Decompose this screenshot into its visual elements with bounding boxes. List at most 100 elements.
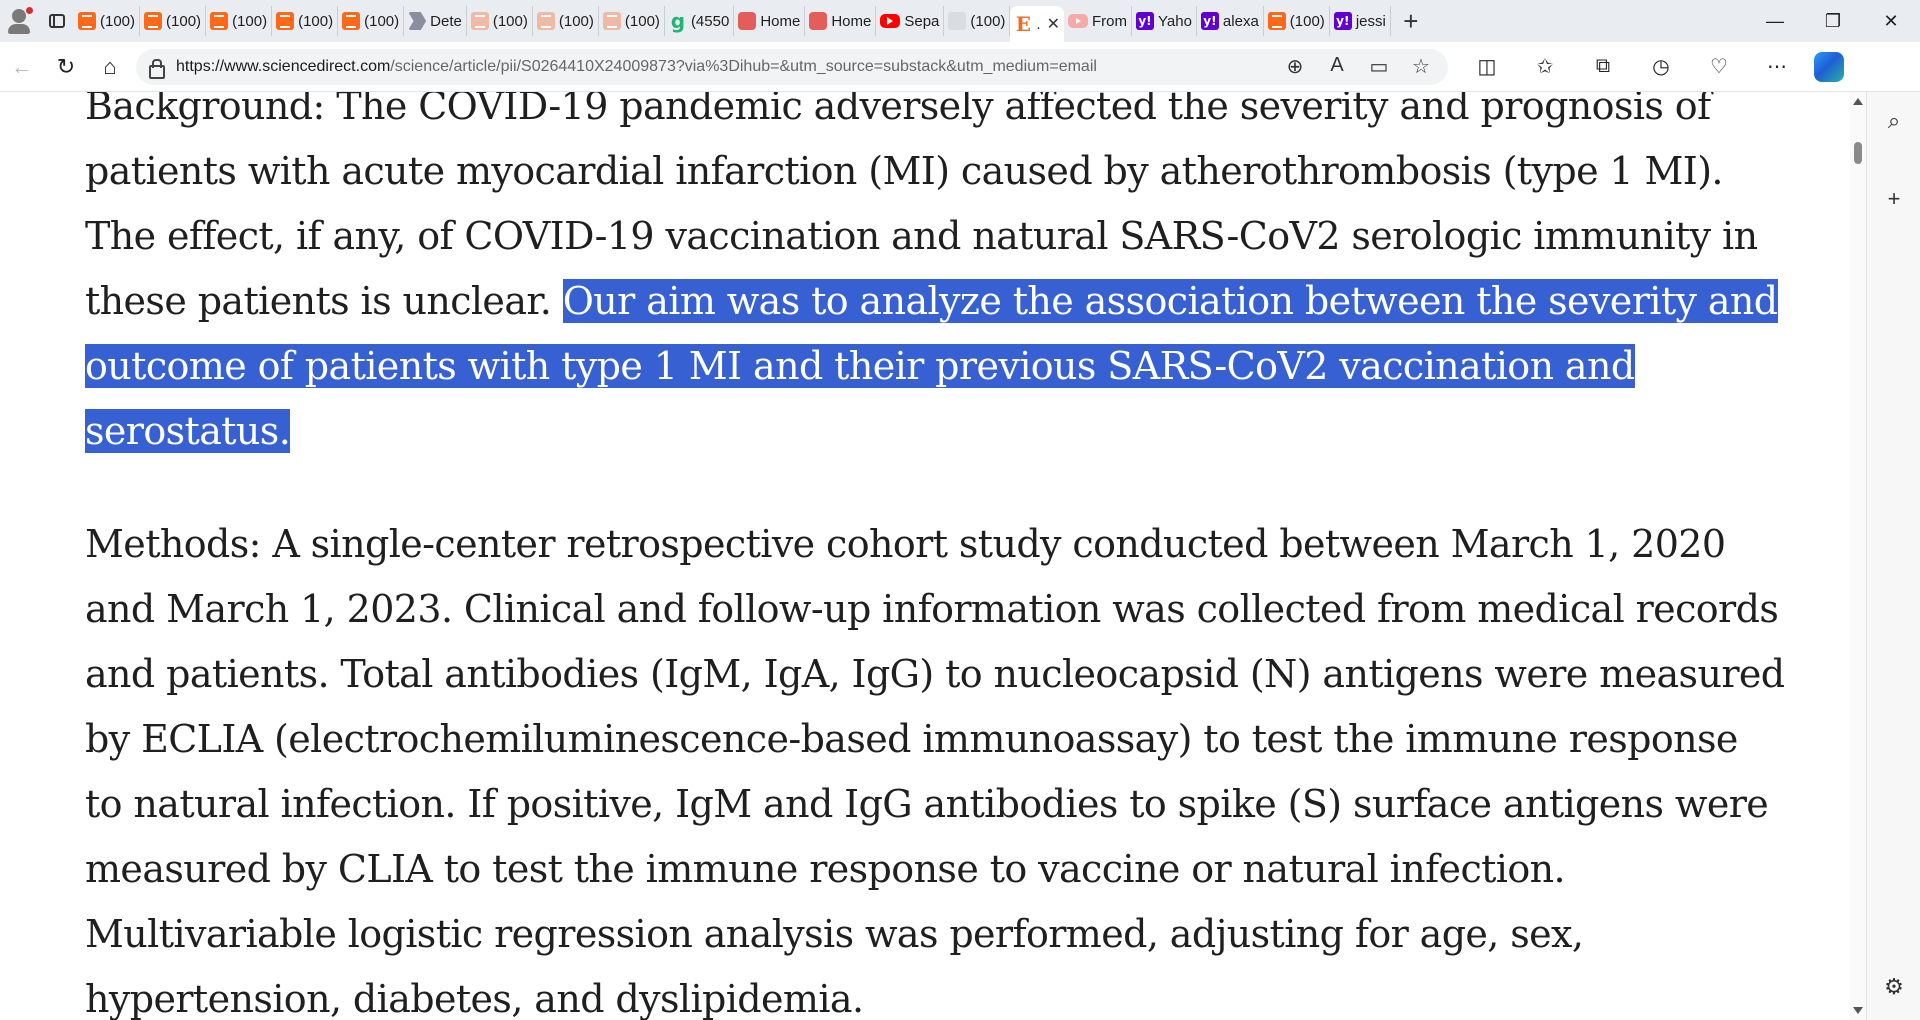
tab-title: jessi [1355,12,1386,30]
side-panel: ⌕ + ⚙ [1866,92,1920,1020]
url-host: https://www.sciencedirect.com [176,57,391,75]
tab[interactable]: Home [805,6,877,36]
tab[interactable]: (100) [944,6,1011,36]
url-text[interactable]: https://www.sciencedirect.com/science/ar… [176,58,1284,76]
tab[interactable]: (100) [140,6,207,36]
tab-title: From [1092,12,1127,30]
minimize-icon[interactable]: — [1746,0,1804,42]
read-aloud-icon[interactable]: A [1326,54,1348,79]
tab-title: (100) [364,12,400,30]
search-icon[interactable]: ⌕ [1879,106,1909,136]
youtube-icon [880,14,901,28]
yahoo-icon: y! [1136,12,1154,30]
tab-title: (4550 [690,12,730,30]
new-tab-button[interactable]: + [1391,0,1431,42]
tab[interactable]: (100) [533,6,599,36]
zoom-icon[interactable]: ⊕ [1284,54,1306,79]
immersive-reader-icon[interactable]: ▭ [1368,54,1390,79]
tab-title: (100) [970,12,1006,30]
tab[interactable]: y! jessi [1330,6,1391,36]
scroll-down-arrow-icon[interactable] [1853,1007,1863,1014]
substack-faded-icon [470,12,489,30]
tab-title: Home [831,12,872,30]
tab-title: (100) [558,12,594,30]
tab[interactable]: (100) [599,6,665,36]
tab-title: (100) [624,12,660,30]
home-button-icon[interactable]: ⌂ [88,47,132,87]
close-tab-icon[interactable]: ✕ [1047,14,1060,34]
substack-icon [1267,12,1286,30]
split-screen-icon[interactable]: ◫ [1458,47,1516,87]
yahoo-icon: y! [1333,12,1352,30]
tab[interactable]: Dete [404,6,467,36]
settings-gear-icon[interactable]: ⚙ [1879,972,1909,1002]
tab-list: (100) (100) (100) (100) (100) Dete (100)… [74,0,1746,42]
back-icon[interactable]: ← [0,47,44,87]
abstract-background-paragraph: Background: The COVID-19 pandemic advers… [85,92,1785,464]
collections-icon[interactable]: ⧉ [1574,47,1632,87]
restore-icon[interactable]: ❐ [1804,0,1862,42]
substack-icon [276,12,295,30]
tab-title: Sepa [904,12,940,30]
history-icon[interactable]: ◷ [1632,47,1690,87]
ebook-icon: E [1015,12,1032,36]
page-content: Background: The COVID-19 pandemic advers… [0,92,1850,1020]
more-menu-icon[interactable]: ⋯ [1748,47,1806,87]
tab-active[interactable]: E. ✕ [1010,6,1064,42]
lock-icon[interactable] [146,58,165,79]
substack-icon [78,12,96,30]
tab[interactable]: (100) [206,6,273,36]
tab[interactable]: (100) [467,6,533,36]
favorite-star-icon[interactable]: ☆ [1410,54,1432,79]
tab[interactable]: (100) [74,6,141,36]
substack-icon [342,12,361,30]
tab-title: (100) [232,12,268,30]
tab[interactable]: y! Yaho [1132,6,1197,36]
tab[interactable]: (100) [338,6,405,36]
tab-title: (100) [166,12,202,30]
blank-page-icon [948,12,967,30]
scroll-up-arrow-icon[interactable] [1853,98,1863,105]
detector-icon [408,12,427,30]
tab[interactable]: Sepa [876,6,945,36]
substack-icon [210,12,229,30]
substack-faded-icon [536,12,555,30]
tab-title: (100) [492,12,528,30]
grammarly-icon: g [670,9,686,33]
favorites-icon[interactable]: ✩ [1516,47,1574,87]
tab[interactable]: (100) [1264,6,1330,36]
tab-title: (100) [1289,12,1325,30]
tab-title: (100) [100,12,136,30]
home-icon [809,12,828,30]
abstract-methods-paragraph: Methods: A single-center retrospective c… [85,522,1785,1020]
tab-actions-icon[interactable] [40,0,74,42]
tab[interactable]: (100) [272,6,339,36]
scroll-thumb[interactable] [1854,142,1862,164]
profile-avatar-icon[interactable] [0,0,40,42]
close-window-icon[interactable]: ✕ [1862,0,1920,42]
substack-faded-icon [602,12,621,30]
copilot-icon[interactable] [1814,51,1844,82]
tab[interactable]: From [1064,6,1132,36]
vertical-scrollbar[interactable] [1850,92,1866,1020]
performance-icon[interactable]: ♡ [1690,47,1748,87]
add-icon[interactable]: + [1879,184,1909,214]
tab-title: . [1036,15,1041,33]
address-bar-actions: ⊕ A ▭ ☆ [1284,54,1432,79]
tab[interactable]: y! alexa [1197,6,1264,36]
youtube-faded-icon [1068,14,1088,28]
tab-title: Yaho [1158,12,1192,30]
tab[interactable]: g (4550 [665,6,735,36]
substack-icon [144,12,163,30]
browser-toolbar: ← ↻ ⌂ https://www.sciencedirect.com/scie… [0,42,1920,92]
address-bar[interactable]: https://www.sciencedirect.com/science/ar… [136,48,1448,85]
home-icon [738,12,757,30]
tab-title: Home [760,12,801,30]
url-path: /science/article/pii/S0264410X24009873?v… [390,57,1097,75]
refresh-icon[interactable]: ↻ [44,47,88,87]
tab-title: (100) [298,12,334,30]
tab[interactable]: Home [734,6,806,36]
tab-strip: (100) (100) (100) (100) (100) Dete (100)… [0,0,1920,42]
tab-title: Dete [430,12,462,30]
window-controls: — ❐ ✕ [1746,0,1920,42]
